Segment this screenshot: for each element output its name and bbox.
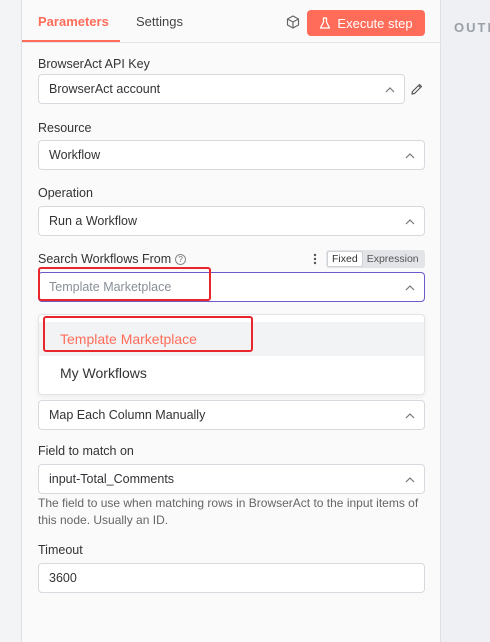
pencil-icon[interactable] <box>410 82 424 96</box>
resource-select[interactable]: Workflow <box>38 140 425 170</box>
node-parameters-panel: Parameters Settings Execute step Browser… <box>22 0 441 642</box>
chevron-up-icon <box>405 153 415 159</box>
api-key-label: BrowserAct API Key <box>38 57 150 71</box>
help-icon[interactable]: ? <box>175 254 187 265</box>
search-from-label-text: Search Workflows From <box>38 252 172 266</box>
execute-step-button[interactable]: Execute step <box>307 10 425 36</box>
mode-fixed-button[interactable]: Fixed <box>327 251 363 267</box>
match-field-select[interactable]: input-Total_Comments <box>38 464 425 494</box>
timeout-input[interactable]: 3600 <box>38 563 425 593</box>
chevron-up-icon <box>405 219 415 225</box>
resource-label: Resource <box>38 121 92 135</box>
cube-icon[interactable] <box>286 15 300 29</box>
api-key-select[interactable]: BrowserAct account <box>38 74 405 104</box>
match-field-label: Field to match on <box>38 444 134 458</box>
dropdown-option-my-workflows[interactable]: My Workflows <box>39 356 424 390</box>
match-field-value: input-Total_Comments <box>49 472 175 486</box>
operation-label: Operation <box>38 186 93 200</box>
resource-value: Workflow <box>49 148 101 162</box>
fixed-expression-toggle: Fixed Expression <box>326 250 425 268</box>
left-canvas-strip <box>0 0 22 642</box>
search-from-label: Search Workflows From? <box>38 252 187 266</box>
search-from-value: Template Marketplace <box>49 280 172 294</box>
operation-value: Run a Workflow <box>49 214 137 228</box>
dropdown-option-template-marketplace[interactable]: Template Marketplace <box>39 322 424 356</box>
beaker-icon <box>320 17 331 29</box>
panel-tabs: Parameters Settings Execute step <box>22 0 441 43</box>
tab-settings[interactable]: Settings <box>136 14 183 29</box>
timeout-label: Timeout <box>38 543 83 557</box>
mapping-mode-value: Map Each Column Manually <box>49 408 206 422</box>
chevron-up-icon <box>405 285 415 291</box>
match-field-hint: The field to use when matching rows in B… <box>38 496 419 527</box>
chevron-up-icon <box>385 87 395 93</box>
mapping-mode-select[interactable]: Map Each Column Manually <box>38 400 425 430</box>
dots-icon[interactable] <box>312 252 318 266</box>
search-from-select[interactable]: Template Marketplace <box>38 272 425 302</box>
execute-step-label: Execute step <box>337 15 413 31</box>
chevron-up-icon <box>405 477 415 483</box>
chevron-up-icon <box>405 413 415 419</box>
tab-parameters[interactable]: Parameters <box>38 14 109 29</box>
output-panel: OUTPU <box>441 0 490 642</box>
timeout-value: 3600 <box>49 571 77 585</box>
operation-select[interactable]: Run a Workflow <box>38 206 425 236</box>
active-tab-indicator <box>22 40 120 42</box>
mode-expression-button[interactable]: Expression <box>363 253 423 265</box>
output-panel-label: OUTPU <box>454 20 490 35</box>
search-from-dropdown: Template Marketplace My Workflows <box>38 314 425 395</box>
api-key-value: BrowserAct account <box>49 82 161 96</box>
